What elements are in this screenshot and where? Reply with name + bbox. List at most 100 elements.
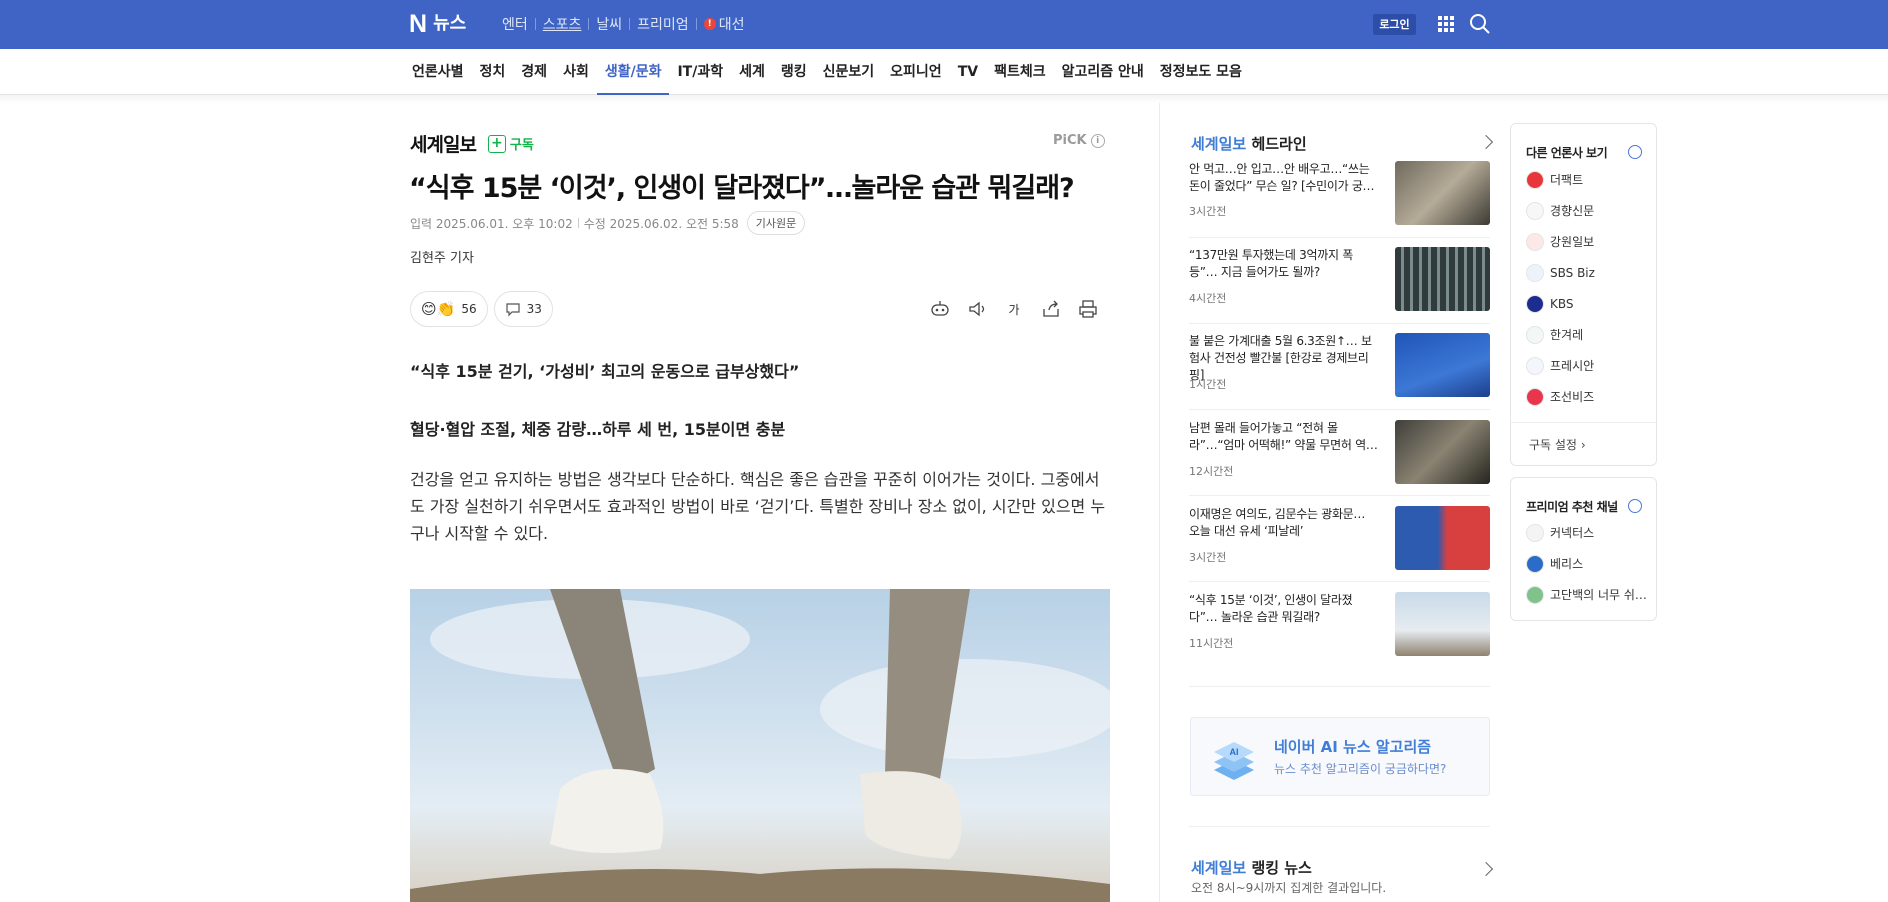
press-item[interactable]: 조선비즈 bbox=[1526, 381, 1595, 412]
pick-label: PiCK bbox=[1053, 133, 1087, 148]
premium-item[interactable]: 커넥터스 bbox=[1526, 517, 1647, 548]
press-logo-icon bbox=[1526, 201, 1544, 220]
nav-tab-life-culture[interactable]: 생활/문화 bbox=[596, 49, 670, 95]
reaction-count: 56 bbox=[461, 302, 477, 316]
headline-press: 세계일보 bbox=[1191, 135, 1247, 153]
nav-tab-corrections[interactable]: 정정보도 모음 bbox=[1152, 49, 1250, 95]
nav-tab-by-press[interactable]: 언론사별 bbox=[404, 49, 472, 95]
article-photo bbox=[410, 589, 1110, 902]
summary-bot-icon[interactable] bbox=[929, 298, 951, 320]
search-icon[interactable] bbox=[1469, 13, 1491, 35]
article-subtitle-2: 혈당·혈압 조절, 체중 감량…하루 세 번, 15분이면 충분 bbox=[410, 420, 786, 439]
ranking-label: 랭킹 뉴스 bbox=[1251, 859, 1312, 877]
headline-item-title: “137만원 투자했는데 3억까지 폭등”… 지금 들어가도 될까? bbox=[1189, 248, 1353, 279]
nav-tab-politics[interactable]: 정치 bbox=[472, 49, 514, 95]
divider bbox=[1189, 826, 1490, 827]
ai-banner-title: 네이버 AI 뉴스 알고리즘 bbox=[1274, 738, 1432, 756]
nav-tab-opinion[interactable]: 오피니언 bbox=[882, 49, 950, 95]
press-item[interactable]: 프레시안 bbox=[1526, 350, 1595, 381]
service-link-premium[interactable]: 프리미엄 bbox=[630, 14, 696, 34]
press-item[interactable]: 강원일보 bbox=[1526, 226, 1595, 257]
nav-tab-it-science[interactable]: IT/과학 bbox=[669, 49, 731, 95]
channel-logo-icon bbox=[1526, 585, 1544, 604]
headline-item-time: 3시간전 bbox=[1189, 551, 1227, 564]
reaction-button[interactable]: 😊👏 56 bbox=[410, 291, 488, 327]
comment-button[interactable]: 33 bbox=[493, 291, 553, 327]
headline-item[interactable]: 이재명은 여의도, 김문수는 광화문… 오늘 대선 유세 ‘피날레’ 3시간전 bbox=[1189, 506, 1490, 572]
headline-item[interactable]: 남편 몰래 들어가놓고 “전혀 몰라”…“엄마 어떡해!” 약물 무면허 역… … bbox=[1189, 420, 1490, 486]
headline-section-title[interactable]: 세계일보 헤드라인 bbox=[1191, 133, 1307, 154]
nav-tab-factcheck[interactable]: 팩트체크 bbox=[986, 49, 1054, 95]
plus-icon: + bbox=[487, 134, 506, 153]
original-article-button[interactable]: 기사원문 bbox=[746, 211, 806, 235]
press-logo-icon bbox=[1526, 356, 1544, 375]
press-item[interactable]: KBS bbox=[1526, 288, 1595, 319]
nav-tab-tv[interactable]: TV bbox=[950, 49, 986, 95]
other-press-title: 다른 언론사 보기 bbox=[1526, 146, 1608, 160]
press-logo[interactable]: 세계일보 bbox=[410, 130, 477, 157]
ranking-section-title[interactable]: 세계일보 랭킹 뉴스 bbox=[1191, 857, 1312, 878]
channel-logo-icon bbox=[1526, 554, 1544, 573]
election-alert-icon: ! bbox=[703, 18, 716, 30]
subscription-settings-link[interactable]: 구독 설정 › bbox=[1529, 436, 1586, 453]
refresh-icon[interactable] bbox=[1628, 499, 1642, 513]
press-item[interactable]: 경향신문 bbox=[1526, 195, 1595, 226]
service-link-election[interactable]: ! 대선 bbox=[697, 14, 752, 34]
press-item[interactable]: 더팩트 bbox=[1526, 164, 1595, 195]
premium-item[interactable]: 고단백의 너무 쉬… bbox=[1526, 579, 1647, 610]
login-button[interactable]: 로그인 bbox=[1373, 14, 1416, 35]
column-divider bbox=[1159, 103, 1160, 902]
chevron-right-icon[interactable] bbox=[1478, 134, 1494, 150]
service-links: 엔터 스포츠 날씨 프리미엄 ! 대선 bbox=[495, 14, 751, 34]
pick-badge[interactable]: PiCK i bbox=[1053, 133, 1105, 148]
ai-banner-subtitle: 뉴스 추천 알고리즘이 궁금하다면? bbox=[1274, 762, 1447, 776]
article-tools: 가 bbox=[929, 298, 1099, 320]
press-item-label: 더팩트 bbox=[1550, 173, 1584, 187]
nav-tab-world[interactable]: 세계 bbox=[731, 49, 773, 95]
naver-news-logo[interactable]: N 뉴스 bbox=[409, 10, 466, 38]
headline-item[interactable]: “137만원 투자했는데 3억까지 폭등”… 지금 들어가도 될까? 4시간전 bbox=[1189, 247, 1490, 313]
naver-n-logo: N bbox=[409, 10, 428, 38]
nav-tab-society[interactable]: 사회 bbox=[555, 49, 597, 95]
press-item[interactable]: 한겨레 bbox=[1526, 319, 1595, 350]
press-item-label: SBS Biz bbox=[1550, 265, 1595, 280]
headline-item[interactable]: 안 먹고…안 입고…안 배우고…“쓰는 돈이 줄었다” 무슨 일? [수민이가 … bbox=[1189, 161, 1490, 227]
other-press-list: 더팩트 경향신문 강원일보 SBS Biz KBS 한겨레 프레시안 조선비즈 bbox=[1526, 164, 1595, 412]
divider bbox=[577, 218, 579, 228]
font-size-icon[interactable]: 가 bbox=[1003, 298, 1025, 320]
ai-algorithm-banner[interactable]: AI 네이버 AI 뉴스 알고리즘 뉴스 추천 알고리즘이 궁금하다면? bbox=[1190, 717, 1490, 796]
headline-thumbnail bbox=[1395, 420, 1490, 484]
audio-icon[interactable] bbox=[966, 298, 988, 320]
headline-item-time: 1시간전 bbox=[1189, 378, 1227, 391]
share-icon[interactable] bbox=[1040, 298, 1062, 320]
apps-grid-icon[interactable] bbox=[1437, 15, 1455, 33]
headline-item-time: 12시간전 bbox=[1189, 465, 1234, 478]
refresh-icon[interactable] bbox=[1628, 145, 1642, 159]
subscribe-button[interactable]: + 구독 bbox=[487, 134, 534, 153]
headline-thumbnail bbox=[1395, 506, 1490, 570]
nav-tab-algorithm[interactable]: 알고리즘 안내 bbox=[1054, 49, 1152, 95]
headline-item[interactable]: 불 붙은 가계대출 5월 6.3조원↑… 보험사 건전성 빨간불 [한강로 경제… bbox=[1189, 333, 1490, 399]
service-link-weather[interactable]: 날씨 bbox=[589, 14, 629, 34]
ranking-press: 세계일보 bbox=[1191, 859, 1247, 877]
nav-tab-ranking[interactable]: 랭킹 bbox=[773, 49, 815, 95]
press-item-label: 프레시안 bbox=[1550, 359, 1595, 373]
input-date: 입력 2025.06.01. 오후 10:02 bbox=[410, 216, 573, 231]
ranking-subtitle: 오전 8시~9시까지 집계한 결과입니다. bbox=[1191, 881, 1387, 895]
service-link-sports[interactable]: 스포츠 bbox=[536, 14, 589, 34]
premium-channel-title: 프리미엄 추천 채널 bbox=[1526, 500, 1618, 514]
walking-legs-image bbox=[410, 589, 1110, 902]
press-item[interactable]: SBS Biz bbox=[1526, 257, 1595, 288]
print-icon[interactable] bbox=[1077, 298, 1099, 320]
headline-item-time: 4시간전 bbox=[1189, 292, 1227, 305]
category-nav: 언론사별 정치 경제 사회 생활/문화 IT/과학 세계 랭킹 신문보기 오피니… bbox=[0, 49, 1888, 95]
premium-item[interactable]: 베리스 bbox=[1526, 548, 1647, 579]
chevron-right-icon[interactable] bbox=[1478, 861, 1494, 877]
headline-label: 헤드라인 bbox=[1251, 135, 1307, 153]
headline-item[interactable]: “식후 15분 ‘이것’, 인생이 달라졌다”… 놀라운 습관 뭐길래? 11시… bbox=[1189, 592, 1490, 658]
chevron-right-icon: › bbox=[1580, 438, 1586, 452]
nav-tab-newspaper[interactable]: 신문보기 bbox=[815, 49, 883, 95]
nav-tab-economy[interactable]: 경제 bbox=[513, 49, 555, 95]
service-link-entertainment[interactable]: 엔터 bbox=[495, 14, 535, 34]
reporter-byline[interactable]: 김현주 기자 bbox=[410, 247, 474, 266]
